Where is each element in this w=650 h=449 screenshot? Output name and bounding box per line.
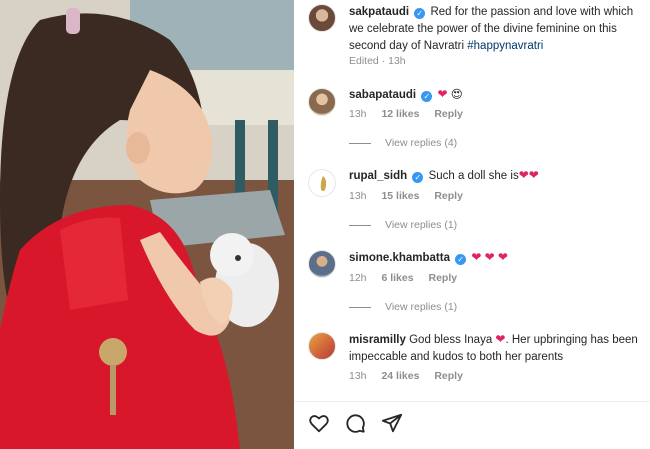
commenter-avatar[interactable] (308, 169, 336, 197)
comment-item: misramilly God bless Inaya ❤. Her upbrin… (349, 331, 644, 366)
author-avatar[interactable] (308, 4, 336, 32)
caption-hashtag[interactable]: #happynavratri (467, 40, 543, 52)
replies-dash (349, 306, 371, 308)
view-replies[interactable]: View replies (1) (349, 301, 457, 313)
view-replies[interactable]: View replies (4) (349, 137, 457, 149)
commenter-avatar[interactable] (308, 250, 336, 278)
post-edited: Edited · 13h (349, 55, 406, 67)
replies-dash (349, 142, 371, 144)
comment-time: 13h (349, 108, 367, 120)
red-heart-emoji-icon: ❤ (437, 87, 448, 101)
verified-badge-icon: ✓ (412, 172, 424, 183)
comment-likes[interactable]: 15 likes (381, 190, 419, 202)
actions-divider (294, 401, 650, 402)
comment-likes[interactable]: 6 likes (381, 272, 413, 284)
comments-panel: sakpataudi ✓ Red for the passion and lov… (294, 0, 650, 449)
post-photo (0, 0, 294, 449)
view-replies[interactable]: View replies (1) (349, 219, 457, 231)
heart-outline-icon[interactable] (308, 412, 330, 434)
red-heart-emoji-icon: ❤ (471, 250, 482, 264)
comment-time: 12h (349, 272, 367, 284)
photo-illustration (0, 0, 294, 449)
view-replies-label[interactable]: View replies (1) (385, 219, 457, 231)
commenter-avatar[interactable] (308, 88, 336, 116)
commenter-username[interactable]: misramilly (349, 334, 406, 346)
comment-meta: 13h 15 likes Reply (349, 190, 475, 202)
reply-button[interactable]: Reply (434, 370, 463, 382)
comment-meta: 13h 12 likes Reply (349, 108, 475, 120)
red-heart-emoji-icon: ❤ (484, 250, 495, 264)
comment-meta: 13h 24 likes Reply (349, 370, 475, 382)
view-replies-label[interactable]: View replies (1) (385, 301, 457, 313)
verified-badge-icon: ✓ (421, 91, 433, 102)
red-heart-emoji-icon: ❤ (497, 250, 508, 264)
comment-time: 13h (349, 370, 367, 382)
commenter-avatar[interactable] (308, 332, 336, 360)
verified-badge-icon: ✓ (455, 254, 467, 265)
reply-button[interactable]: Reply (429, 272, 458, 284)
comment-text: God bless Inaya (409, 334, 493, 346)
verified-badge-icon: ✓ (414, 8, 426, 19)
post-actions-bar (308, 412, 413, 438)
comment-bubble-icon[interactable] (344, 412, 366, 434)
author-username[interactable]: sakpataudi (349, 6, 409, 18)
red-heart-emoji-icon: ❤ (495, 332, 506, 346)
reply-button[interactable]: Reply (434, 108, 463, 120)
commenter-username[interactable]: simone.khambatta (349, 252, 450, 264)
comment-item: simone.khambatta ✓ ❤ ❤ ❤ (349, 249, 644, 267)
comment-likes[interactable]: 12 likes (381, 108, 419, 120)
red-heart-emoji-icon: ❤ (518, 168, 529, 182)
feather-logo-icon (320, 176, 327, 191)
view-replies-label[interactable]: View replies (4) (385, 137, 457, 149)
comment-item: sabapataudi ✓ ❤ 😍 (349, 86, 644, 104)
comment-time: 13h (349, 190, 367, 202)
commenter-username[interactable]: sabapataudi (349, 89, 416, 101)
comment-meta: 12h 6 likes Reply (349, 272, 469, 284)
replies-dash (349, 224, 371, 226)
red-heart-emoji-icon: ❤ (528, 168, 539, 182)
comment-item: rupal_sidh ✓ Such a doll she is❤❤ (349, 167, 644, 185)
reply-button[interactable]: Reply (434, 190, 463, 202)
post-caption: sakpataudi ✓ Red for the passion and lov… (349, 4, 644, 55)
commenter-username[interactable]: rupal_sidh (349, 170, 407, 182)
paper-plane-icon[interactable] (381, 412, 403, 434)
comment-likes[interactable]: 24 likes (381, 370, 419, 382)
comment-text: Such a doll she is (428, 170, 519, 182)
star-eyes-emoji-icon: 😍 (450, 89, 463, 101)
